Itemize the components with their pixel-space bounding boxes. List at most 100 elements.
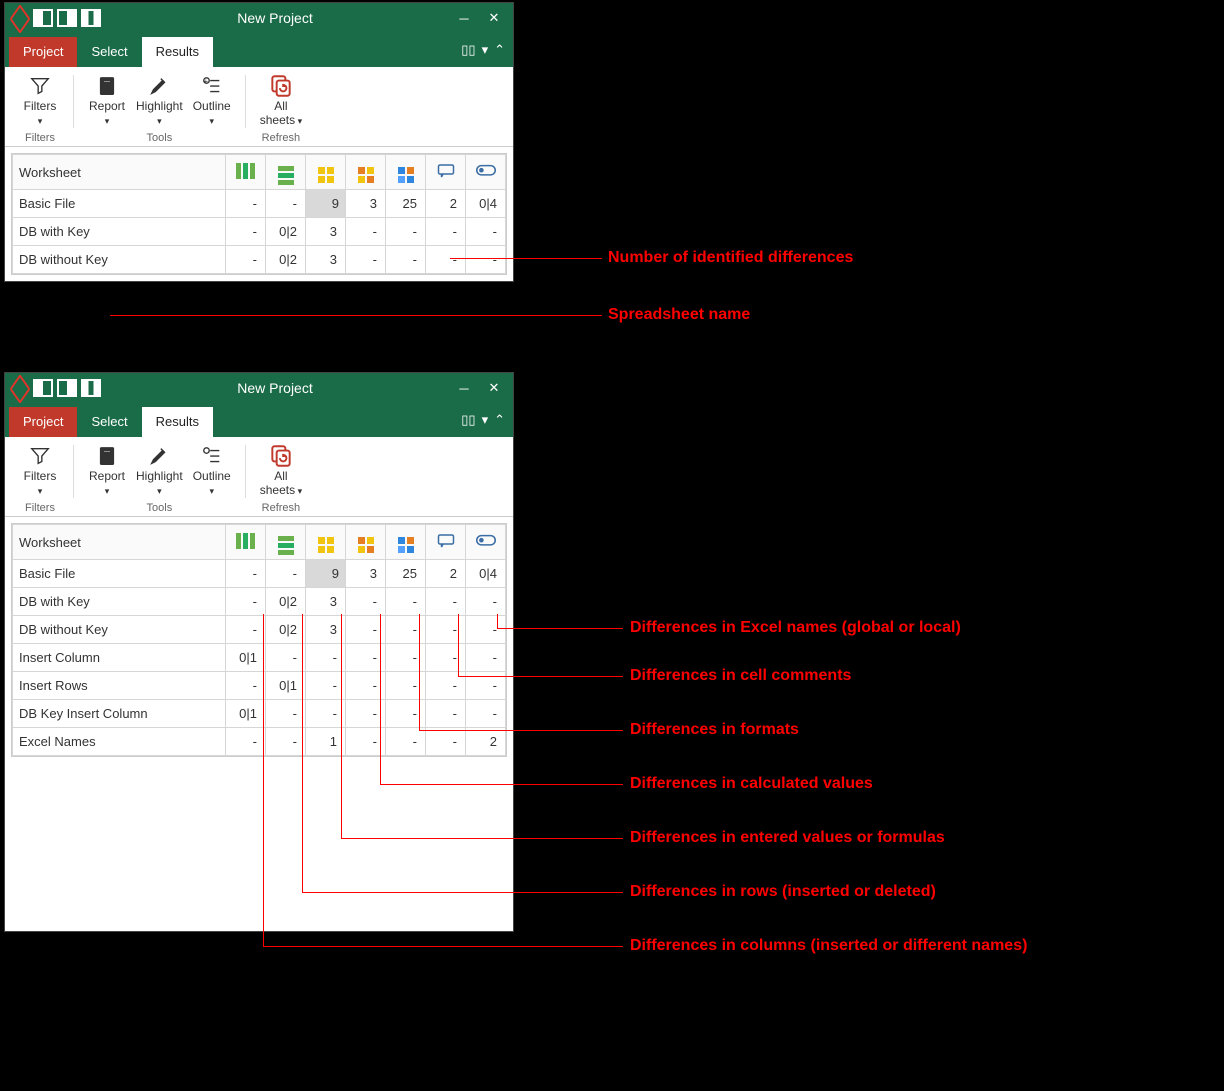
worksheet-name[interactable]: Excel Names [13, 728, 226, 756]
worksheet-name[interactable]: Insert Rows [13, 672, 226, 700]
cell-rows[interactable]: - [266, 560, 306, 588]
tab-project[interactable]: Project [9, 37, 77, 67]
cell-cmt[interactable]: - [426, 700, 466, 728]
worksheet-name[interactable]: DB with Key [13, 218, 226, 246]
refresh-all-button[interactable]: All sheets [256, 441, 306, 500]
cell-names[interactable]: - [466, 644, 506, 672]
cell-cmt[interactable]: 2 [426, 560, 466, 588]
table-row[interactable]: DB without Key-0|23---- [13, 616, 506, 644]
tab-results[interactable]: Results [142, 407, 213, 437]
highlight-button[interactable]: Highlight [132, 441, 187, 500]
close-button[interactable]: ✕ [479, 373, 509, 403]
cell-rows[interactable]: 0|2 [266, 588, 306, 616]
col-names-diff-icon[interactable] [466, 525, 506, 560]
table-row[interactable]: Basic File--932520|4 [13, 560, 506, 588]
cell-entered[interactable]: 3 [306, 588, 346, 616]
filters-button[interactable]: Filters [17, 441, 63, 500]
worksheet-name[interactable]: DB Key Insert Column [13, 700, 226, 728]
table-row[interactable]: Insert Column0|1------ [13, 644, 506, 672]
cell-entered[interactable]: 9 [306, 190, 346, 218]
cell-names[interactable]: - [466, 588, 506, 616]
cell-entered[interactable]: 3 [306, 246, 346, 274]
cell-cols[interactable]: - [226, 616, 266, 644]
cell-names[interactable]: 2 [466, 728, 506, 756]
cell-cols[interactable]: - [226, 246, 266, 274]
cell-calc[interactable]: - [346, 588, 386, 616]
col-entered-diff-icon[interactable] [306, 525, 346, 560]
col-entered-diff-icon[interactable] [306, 155, 346, 190]
cell-entered[interactable]: 3 [306, 218, 346, 246]
cell-entered[interactable]: - [306, 644, 346, 672]
table-row[interactable]: Basic File--932520|4 [13, 190, 506, 218]
col-calc-diff-icon[interactable] [346, 525, 386, 560]
cell-fmt[interactable]: 25 [386, 560, 426, 588]
cell-entered[interactable]: 3 [306, 616, 346, 644]
cell-cmt[interactable]: 2 [426, 190, 466, 218]
cell-calc[interactable]: - [346, 218, 386, 246]
panel-mode-icon[interactable]: ▯▯ [461, 412, 475, 428]
col-rows-diff-icon[interactable] [266, 525, 306, 560]
dropdown-icon[interactable]: ▾ [482, 42, 489, 58]
layout-icon[interactable] [81, 9, 101, 27]
layout-icon[interactable] [57, 379, 77, 397]
cell-cols[interactable]: 0|1 [226, 700, 266, 728]
cell-names[interactable]: - [466, 218, 506, 246]
cell-cmt[interactable]: - [426, 616, 466, 644]
col-calc-diff-icon[interactable] [346, 155, 386, 190]
cell-cmt[interactable]: - [426, 588, 466, 616]
worksheet-name[interactable]: Basic File [13, 190, 226, 218]
layout-icon[interactable] [33, 9, 53, 27]
cell-rows[interactable]: - [266, 190, 306, 218]
panel-mode-icon[interactable]: ▯▯ [461, 42, 475, 58]
cell-names[interactable]: 0|4 [466, 560, 506, 588]
col-worksheet[interactable]: Worksheet [13, 525, 226, 560]
tab-select[interactable]: Select [77, 37, 141, 67]
cell-entered[interactable]: - [306, 700, 346, 728]
cell-calc[interactable]: 3 [346, 560, 386, 588]
tab-select[interactable]: Select [77, 407, 141, 437]
cell-cols[interactable]: - [226, 728, 266, 756]
cell-cols[interactable]: 0|1 [226, 644, 266, 672]
col-comments-diff-icon[interactable] [426, 155, 466, 190]
layout-icon[interactable] [57, 9, 77, 27]
highlight-button[interactable]: Highlight [132, 71, 187, 130]
worksheet-name[interactable]: DB with Key [13, 588, 226, 616]
cell-cmt[interactable]: - [426, 728, 466, 756]
table-row[interactable]: DB with Key-0|23---- [13, 588, 506, 616]
cell-cmt[interactable]: - [426, 218, 466, 246]
worksheet-name[interactable]: Basic File [13, 560, 226, 588]
minimize-button[interactable]: ─ [449, 373, 479, 403]
cell-names[interactable]: - [466, 700, 506, 728]
cell-names[interactable]: 0|4 [466, 190, 506, 218]
minimize-button[interactable]: ─ [449, 3, 479, 33]
tab-project[interactable]: Project [9, 407, 77, 437]
layout-icon[interactable] [81, 379, 101, 397]
cell-rows[interactable]: - [266, 700, 306, 728]
dropdown-icon[interactable]: ▾ [482, 412, 489, 428]
cell-cols[interactable]: - [226, 672, 266, 700]
report-button[interactable]: Report [84, 441, 130, 500]
worksheet-name[interactable]: DB without Key [13, 616, 226, 644]
cell-entered[interactable]: 1 [306, 728, 346, 756]
layout-icon[interactable] [33, 379, 53, 397]
cell-entered[interactable]: 9 [306, 560, 346, 588]
cell-rows[interactable]: 0|2 [266, 616, 306, 644]
filters-button[interactable]: Filters [17, 71, 63, 130]
col-rows-diff-icon[interactable] [266, 155, 306, 190]
table-row[interactable]: DB Key Insert Column0|1------ [13, 700, 506, 728]
collapse-ribbon-icon[interactable]: ⌃ [494, 412, 505, 428]
close-button[interactable]: ✕ [479, 3, 509, 33]
col-worksheet[interactable]: Worksheet [13, 155, 226, 190]
cell-fmt[interactable]: - [386, 728, 426, 756]
cell-entered[interactable]: - [306, 672, 346, 700]
worksheet-name[interactable]: DB without Key [13, 246, 226, 274]
cell-fmt[interactable]: 25 [386, 190, 426, 218]
table-row[interactable]: DB without Key-0|23---- [13, 246, 506, 274]
cell-names[interactable]: - [466, 616, 506, 644]
cell-fmt[interactable]: - [386, 246, 426, 274]
col-comments-diff-icon[interactable] [426, 525, 466, 560]
col-columns-diff-icon[interactable] [226, 155, 266, 190]
cell-cols[interactable]: - [226, 218, 266, 246]
tab-results[interactable]: Results [142, 37, 213, 67]
outline-button[interactable]: + Outline [189, 71, 235, 130]
